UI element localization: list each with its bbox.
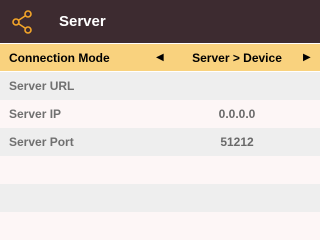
empty-row — [0, 212, 320, 240]
connection-mode-value[interactable]: Server > Device — [176, 51, 298, 65]
app-header: Server — [0, 0, 320, 43]
share-icon — [11, 9, 32, 34]
server-port-row[interactable]: Server Port 51212 — [0, 128, 320, 156]
connection-mode-label: Connection Mode — [9, 50, 110, 65]
connection-mode-next-icon[interactable]: ▶ — [303, 52, 311, 63]
empty-row — [0, 156, 320, 184]
share-button[interactable] — [0, 0, 43, 43]
server-url-label: Server URL — [9, 79, 75, 93]
server-url-row[interactable]: Server URL — [0, 72, 320, 100]
server-port-value: 51212 — [220, 135, 254, 149]
server-port-label: Server Port — [9, 135, 74, 149]
server-ip-label: Server IP — [9, 107, 62, 121]
connection-mode-prev-icon[interactable]: ◀ — [156, 52, 164, 63]
page-title: Server — [59, 13, 106, 30]
server-ip-row[interactable]: Server IP 0.0.0.0 — [0, 100, 320, 128]
server-ip-value: 0.0.0.0 — [218, 107, 256, 121]
empty-row — [0, 184, 320, 212]
connection-mode-row: Connection Mode ◀ Server > Device ▶ — [0, 44, 320, 71]
